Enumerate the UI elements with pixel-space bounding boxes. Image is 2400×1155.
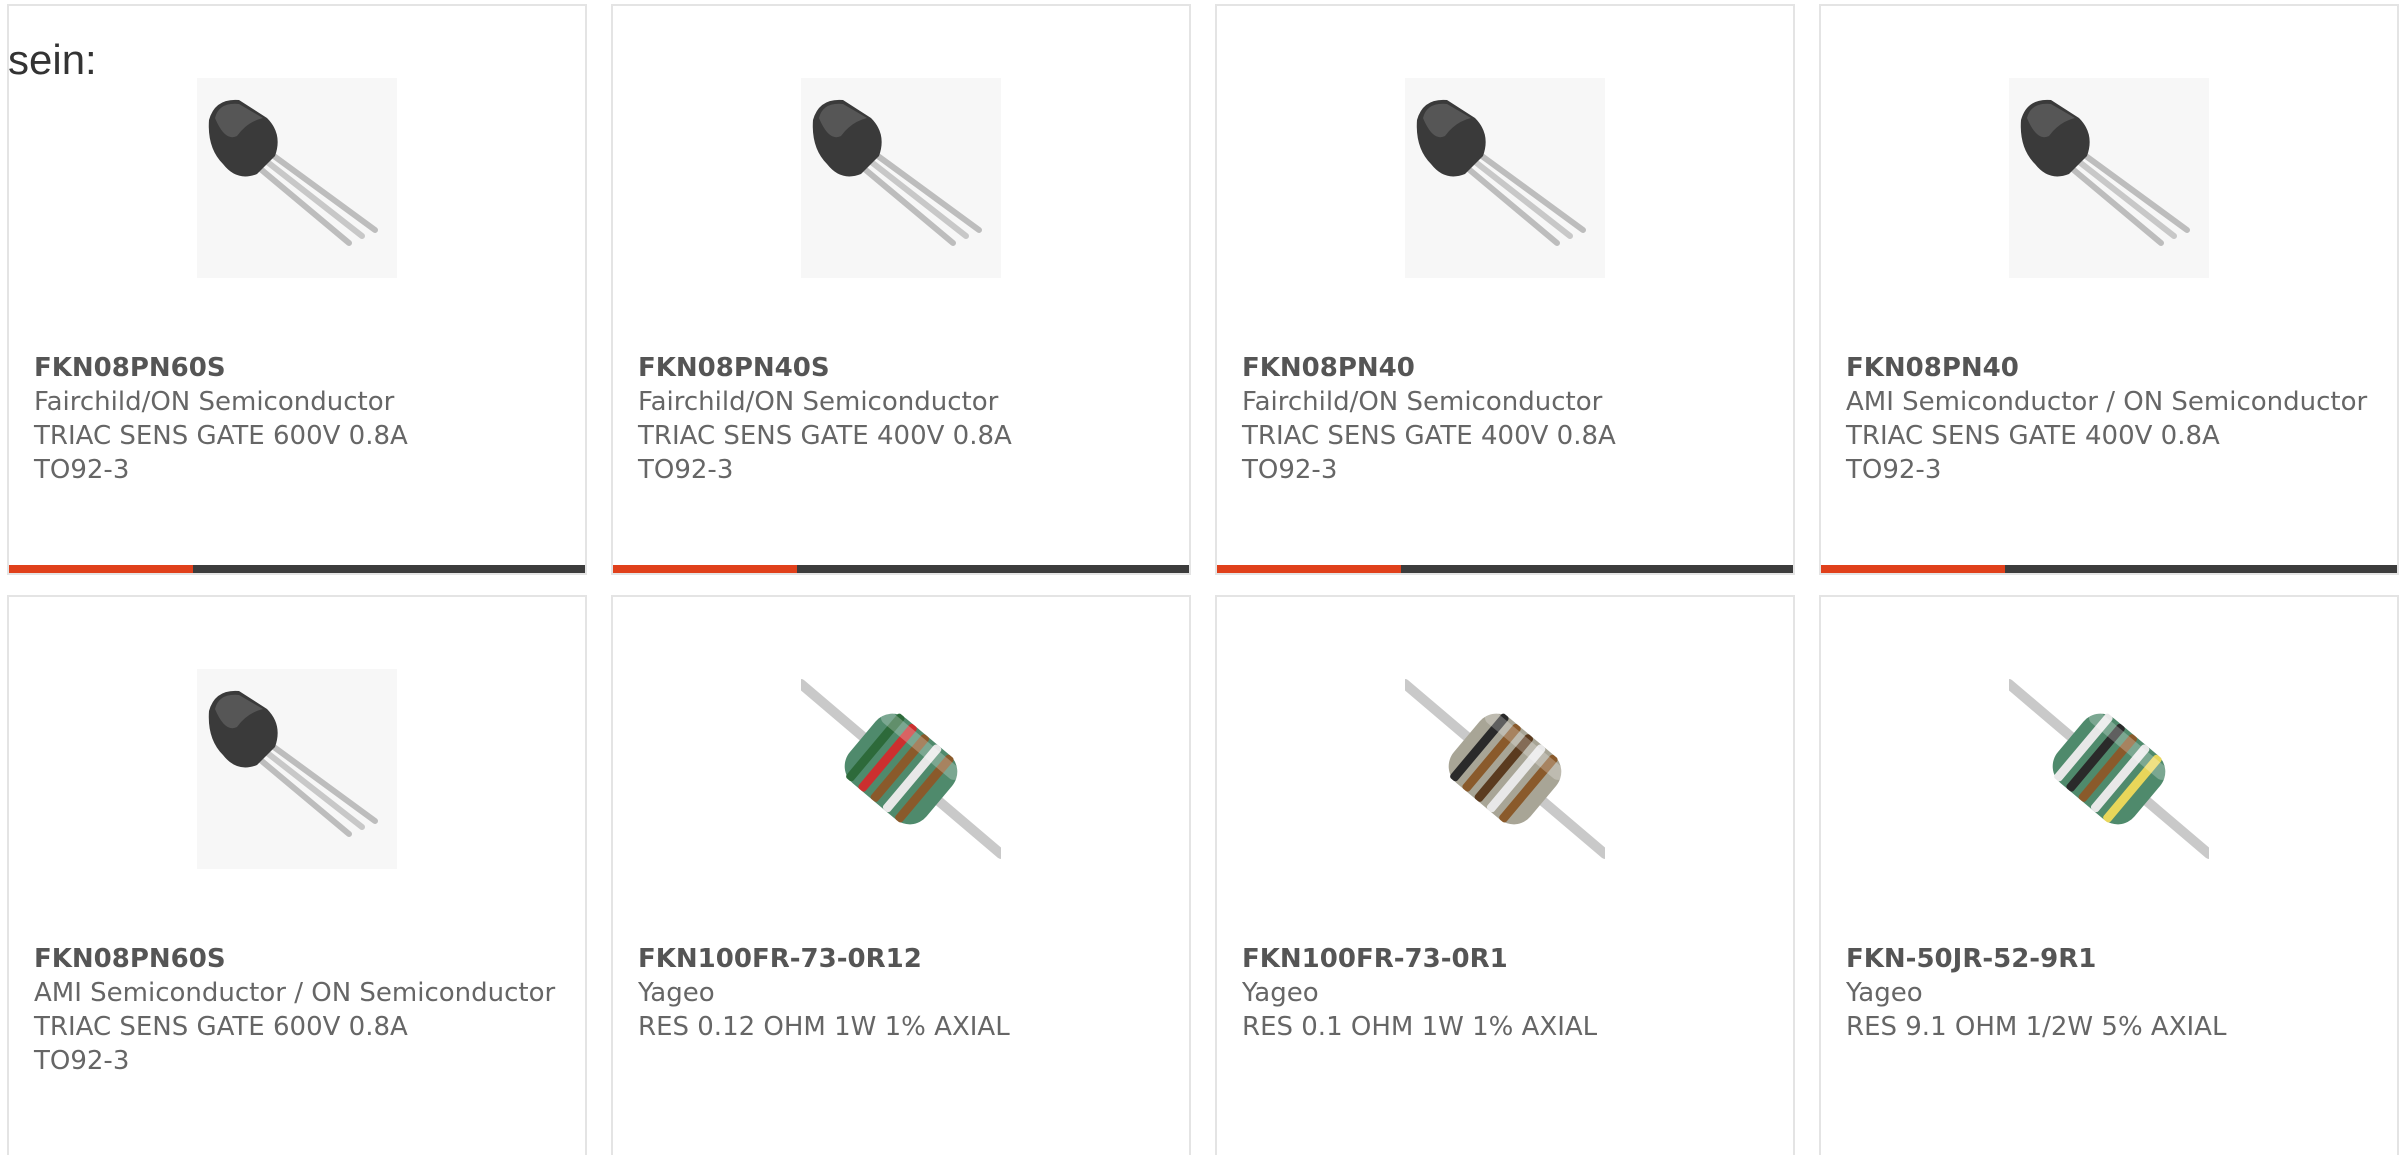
description: TRIAC SENS GATE 600V 0.8A [34, 1012, 408, 1042]
part-number[interactable]: FKN08PN40 [1846, 351, 2377, 385]
product-listing-page: sein: FKN08PN60S Fairchild/ON Semiconduc… [0, 0, 2400, 1155]
description: RES 0.1 OHM 1W 1% AXIAL [1242, 1012, 1598, 1042]
product-info: FKN100FR-73-0R1 Yageo RES 0.1 OHM 1W 1% … [1242, 942, 1773, 1044]
part-number[interactable]: FKN08PN40S [638, 351, 1169, 385]
description: TRIAC SENS GATE 600V 0.8A [34, 421, 408, 451]
product-image[interactable] [2009, 669, 2209, 869]
card-accent-bar [613, 565, 797, 573]
product-info: FKN08PN60S Fairchild/ON Semiconductor TR… [34, 351, 565, 487]
product-image[interactable] [801, 669, 1001, 869]
product-card[interactable]: FKN08PN40 Fairchild/ON Semiconductor TRI… [1215, 4, 1795, 575]
manufacturer: Yageo [1242, 978, 1319, 1008]
to92-transistor-icon [197, 78, 397, 278]
product-image[interactable] [801, 78, 1001, 278]
card-accent-bar [1821, 565, 2005, 573]
card-bottom-bar [9, 565, 585, 573]
to92-transistor-icon [1405, 78, 1605, 278]
manufacturer: Fairchild/ON Semiconductor [1242, 387, 1603, 417]
part-number[interactable]: FKN08PN60S [34, 351, 565, 385]
product-image[interactable] [197, 78, 397, 278]
product-info: FKN-50JR-52-9R1 Yageo RES 9.1 OHM 1/2W 5… [1846, 942, 2377, 1044]
product-image[interactable] [2009, 78, 2209, 278]
product-image[interactable] [197, 669, 397, 869]
axial-resistor-icon [1405, 669, 1605, 869]
package: TO92-3 [1242, 455, 1338, 485]
card-bottom-bar [1217, 565, 1793, 573]
description: TRIAC SENS GATE 400V 0.8A [1846, 421, 2220, 451]
description: RES 9.1 OHM 1/2W 5% AXIAL [1846, 1012, 2227, 1042]
axial-resistor-icon [801, 669, 1001, 869]
part-number[interactable]: FKN08PN60S [34, 942, 565, 976]
part-number[interactable]: FKN-50JR-52-9R1 [1846, 942, 2377, 976]
part-number[interactable]: FKN100FR-73-0R12 [638, 942, 1169, 976]
axial-resistor-icon [2009, 669, 2209, 869]
product-grid-row-2: FKN08PN60S AMI Semiconductor / ON Semico… [7, 595, 2400, 1155]
manufacturer: Fairchild/ON Semiconductor [638, 387, 999, 417]
product-card[interactable]: FKN08PN40S Fairchild/ON Semiconductor TR… [611, 4, 1191, 575]
product-card[interactable]: FKN100FR-73-0R1 Yageo RES 0.1 OHM 1W 1% … [1215, 595, 1795, 1155]
card-accent-bar [9, 565, 193, 573]
manufacturer: Fairchild/ON Semiconductor [34, 387, 395, 417]
product-card[interactable]: FKN08PN60S AMI Semiconductor / ON Semico… [7, 595, 587, 1155]
product-card[interactable]: FKN-50JR-52-9R1 Yageo RES 9.1 OHM 1/2W 5… [1819, 595, 2399, 1155]
package: TO92-3 [34, 455, 130, 485]
description: TRIAC SENS GATE 400V 0.8A [638, 421, 1012, 451]
product-info: FKN08PN40 Fairchild/ON Semiconductor TRI… [1242, 351, 1773, 487]
to92-transistor-icon [2009, 78, 2209, 278]
package: TO92-3 [34, 1046, 130, 1076]
section-heading: sein: [8, 36, 97, 83]
product-card[interactable]: FKN08PN60S Fairchild/ON Semiconductor TR… [7, 4, 587, 575]
part-number[interactable]: FKN08PN40 [1242, 351, 1773, 385]
to92-transistor-icon [801, 78, 1001, 278]
product-info: FKN100FR-73-0R12 Yageo RES 0.12 OHM 1W 1… [638, 942, 1169, 1044]
part-number[interactable]: FKN100FR-73-0R1 [1242, 942, 1773, 976]
package: TO92-3 [638, 455, 734, 485]
product-image[interactable] [1405, 669, 1605, 869]
manufacturer: AMI Semiconductor / ON Semiconductor [1846, 387, 2368, 417]
package: TO92-3 [1846, 455, 1942, 485]
manufacturer: Yageo [1846, 978, 1923, 1008]
product-info: FKN08PN60S AMI Semiconductor / ON Semico… [34, 942, 565, 1078]
product-grid: FKN08PN60S Fairchild/ON Semiconductor TR… [7, 4, 2400, 575]
description: RES 0.12 OHM 1W 1% AXIAL [638, 1012, 1010, 1042]
card-bottom-bar [1821, 565, 2397, 573]
to92-transistor-icon [197, 669, 397, 869]
description: TRIAC SENS GATE 400V 0.8A [1242, 421, 1616, 451]
product-info: FKN08PN40S Fairchild/ON Semiconductor TR… [638, 351, 1169, 487]
product-image[interactable] [1405, 78, 1605, 278]
product-card[interactable]: FKN100FR-73-0R12 Yageo RES 0.12 OHM 1W 1… [611, 595, 1191, 1155]
card-accent-bar [1217, 565, 1401, 573]
manufacturer: Yageo [638, 978, 715, 1008]
card-bottom-bar [613, 565, 1189, 573]
product-info: FKN08PN40 AMI Semiconductor / ON Semicon… [1846, 351, 2377, 487]
product-card[interactable]: FKN08PN40 AMI Semiconductor / ON Semicon… [1819, 4, 2399, 575]
manufacturer: AMI Semiconductor / ON Semiconductor [34, 978, 556, 1008]
